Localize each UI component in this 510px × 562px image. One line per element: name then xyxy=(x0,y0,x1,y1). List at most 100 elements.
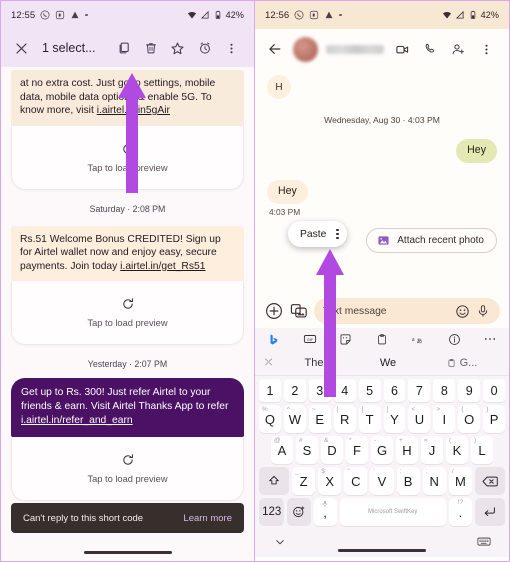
chevron-down-icon[interactable] xyxy=(273,536,287,550)
message-item-5g[interactable]: at no extra cost. Just go to settings, m… xyxy=(11,70,244,190)
gif-icon[interactable]: GIF xyxy=(302,332,317,347)
enter-key[interactable] xyxy=(474,498,505,526)
kebab-icon[interactable] xyxy=(336,229,339,239)
swiftkey-keyboard[interactable]: GIF aあ ⤫ The We G... 1 2 3 4 5 6 7 8 9 0… xyxy=(255,328,509,557)
gallery-button[interactable] xyxy=(289,302,308,321)
keyboard-toolbar[interactable]: GIF aあ xyxy=(255,328,509,350)
key-t[interactable]: [T xyxy=(358,405,381,433)
key-y[interactable]: ] Y xyxy=(383,405,406,433)
message-link[interactable]: i.airtel.in/refer_and_earn xyxy=(21,415,133,426)
message-item-wallet[interactable]: Saturday · 2:08 PM Rs.51 Welcome Bonus C… xyxy=(11,190,244,345)
space-key[interactable]: Microsoft SwiftKey xyxy=(339,498,446,526)
sticker-icon[interactable] xyxy=(338,332,353,347)
overflow-menu-button[interactable] xyxy=(218,35,245,61)
message-bubble[interactable]: at no extra cost. Just go to settings, m… xyxy=(11,70,244,126)
conversation-area[interactable]: Wednesday, Aug 30 · 4:03 PM Hey Hey 4:03… xyxy=(255,99,509,294)
link-preview-card[interactable]: Tap to load preview xyxy=(11,281,244,345)
delete-button[interactable] xyxy=(137,35,164,61)
key-3[interactable]: 3 xyxy=(308,379,331,402)
key-u[interactable]: < U xyxy=(408,405,431,433)
clipboard-icon[interactable] xyxy=(374,332,389,347)
key-h[interactable]: + H xyxy=(396,436,418,464)
key-9[interactable]: 9 xyxy=(458,379,481,402)
expand-predictions-icon[interactable]: ⤫ xyxy=(265,357,277,368)
shift-key[interactable] xyxy=(259,467,290,495)
keyboard-row-3[interactable]: _ Z $ X " C ' V :B ; N / M xyxy=(257,467,507,495)
close-selection-button[interactable] xyxy=(10,37,32,59)
keyboard-icon[interactable] xyxy=(477,536,491,550)
phone-call-button[interactable] xyxy=(416,36,444,62)
snooze-button[interactable] xyxy=(191,35,218,61)
compose-bar[interactable]: Text message xyxy=(255,294,509,328)
key-v[interactable]: ' V xyxy=(370,467,394,495)
key-w[interactable]: ^ W xyxy=(283,405,306,433)
star-button[interactable] xyxy=(164,35,191,61)
link-preview-card[interactable]: Tap to load preview xyxy=(11,437,244,501)
link-preview-card[interactable]: Tap to load preview xyxy=(11,125,244,190)
key-s[interactable]: # S xyxy=(296,436,318,464)
key-q[interactable]: % Q xyxy=(259,405,281,433)
key-o[interactable]: {O xyxy=(458,405,481,433)
keyboard-rows[interactable]: 1 2 3 4 5 6 7 8 9 0 % Q ^ W ~ E | R [T]… xyxy=(255,376,509,526)
key-k[interactable]: (K xyxy=(446,436,468,464)
key-p[interactable]: } P xyxy=(483,405,506,433)
translate-icon[interactable]: aあ xyxy=(411,332,426,347)
bing-icon[interactable] xyxy=(266,332,281,347)
prediction-candidate-1[interactable]: The xyxy=(277,357,351,369)
key-e[interactable]: ~ E xyxy=(308,405,331,433)
period-key[interactable]: !? . xyxy=(448,498,472,526)
numeric-mode-key[interactable]: 123 xyxy=(259,498,285,526)
mic-icon[interactable] xyxy=(475,303,491,319)
key-j[interactable]: = J xyxy=(421,436,443,464)
emoji-icon[interactable] xyxy=(454,303,470,319)
message-bubble-outgoing[interactable]: Hey xyxy=(456,139,497,163)
key-7[interactable]: 7 xyxy=(408,379,431,402)
more-icon[interactable] xyxy=(483,332,498,347)
backspace-key[interactable] xyxy=(474,467,505,495)
message-link[interactable]: i.airtel.in/in5gAir xyxy=(97,105,170,116)
key-0[interactable]: 0 xyxy=(483,379,506,402)
keyboard-nav-bar[interactable] xyxy=(255,529,509,557)
key-d[interactable]: & D xyxy=(321,436,343,464)
overflow-menu-button[interactable] xyxy=(472,36,500,62)
message-bubble-highlighted[interactable]: Get up to Rs. 300! Just refer Airtel to … xyxy=(11,378,244,437)
contact-name-redacted[interactable] xyxy=(326,44,384,54)
key-z[interactable]: _ Z xyxy=(292,467,316,495)
paste-button[interactable]: Paste xyxy=(300,229,326,240)
emoji-key[interactable] xyxy=(287,498,311,526)
comma-key[interactable]: , xyxy=(313,498,337,526)
back-button[interactable] xyxy=(264,38,286,60)
message-bubble[interactable]: Rs.51 Welcome Bonus CREDITED! Sign up fo… xyxy=(11,225,244,281)
message-row-incoming[interactable]: Hey xyxy=(255,180,509,204)
home-indicator[interactable] xyxy=(1,551,254,554)
home-indicator[interactable] xyxy=(255,549,509,552)
key-r[interactable]: | R xyxy=(333,405,356,433)
message-thread[interactable]: at no extra cost. Just go to settings, m… xyxy=(1,70,254,515)
key-4[interactable]: 4 xyxy=(333,379,356,402)
keyboard-row-1[interactable]: % Q ^ W ~ E | R [T ] Y < U > I {O } P xyxy=(257,405,507,433)
key-a[interactable]: @ A xyxy=(271,436,293,464)
key-8[interactable]: 8 xyxy=(433,379,456,402)
key-6[interactable]: 6 xyxy=(383,379,406,402)
info-icon[interactable] xyxy=(447,332,462,347)
video-call-button[interactable] xyxy=(388,36,416,62)
keyboard-row-2[interactable]: @ A # S & D * F -G + H = J (K ) L xyxy=(257,436,507,464)
prediction-bar[interactable]: ⤫ The We G... xyxy=(255,350,509,376)
message-item-refer[interactable]: Yesterday · 2:07 PM Get up to Rs. 300! J… xyxy=(11,345,244,515)
key-b[interactable]: :B xyxy=(396,467,420,495)
key-1[interactable]: 1 xyxy=(259,379,281,402)
copy-button[interactable] xyxy=(110,35,137,61)
key-f[interactable]: * F xyxy=(346,436,368,464)
attach-recent-photo-chip[interactable]: Attach recent photo xyxy=(366,228,497,253)
key-i[interactable]: > I xyxy=(433,405,456,433)
message-bubble-incoming[interactable]: Hey xyxy=(267,180,308,204)
key-x[interactable]: $ X xyxy=(318,467,342,495)
paste-popup[interactable]: Paste xyxy=(288,221,347,247)
keyboard-number-row[interactable]: 1 2 3 4 5 6 7 8 9 0 xyxy=(257,379,507,402)
key-l[interactable]: ) L xyxy=(471,436,493,464)
keyboard-row-4[interactable]: 123 , Microsoft SwiftKey !? . xyxy=(257,498,507,526)
key-n[interactable]: ; N xyxy=(422,467,446,495)
key-m[interactable]: / M xyxy=(448,467,472,495)
key-g[interactable]: -G xyxy=(371,436,393,464)
message-row-outgoing[interactable]: Hey xyxy=(255,139,509,163)
